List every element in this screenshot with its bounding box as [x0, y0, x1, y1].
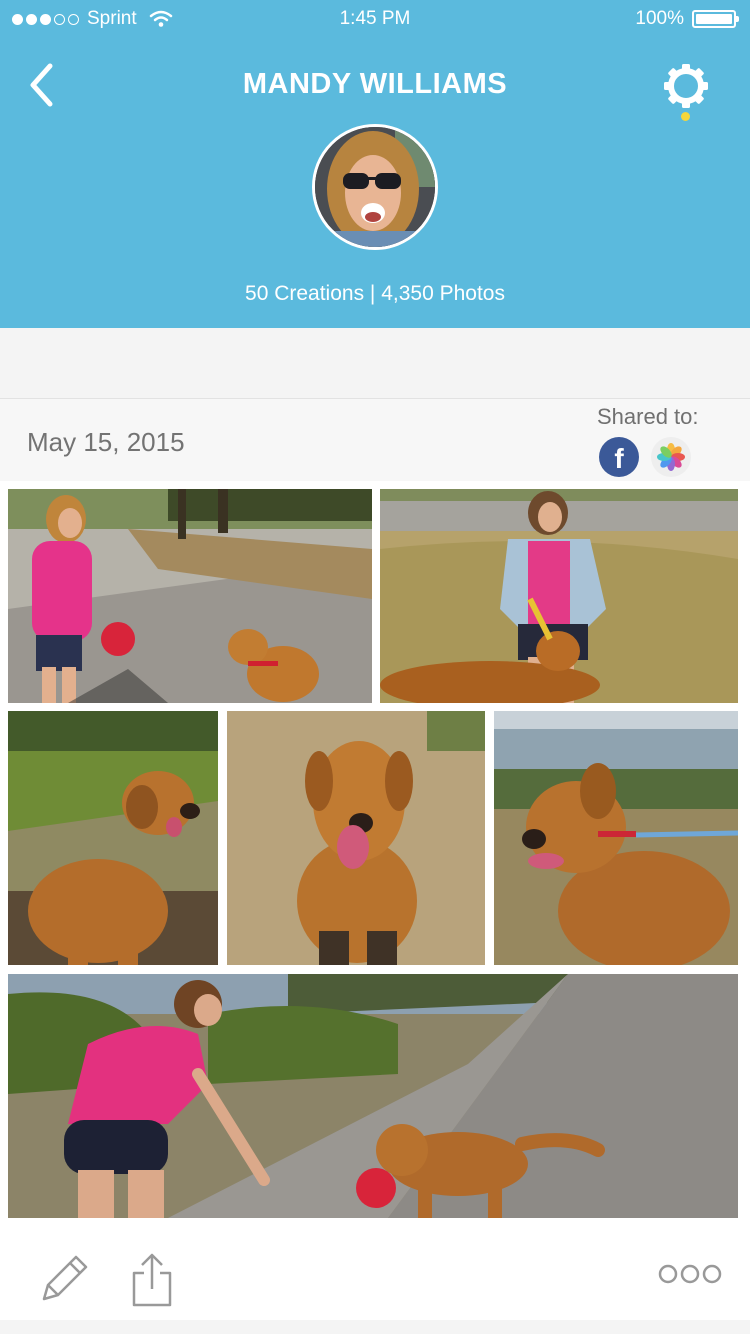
creation-card: May 15, 2015 Shared to: f: [0, 398, 750, 1321]
edit-button[interactable]: [36, 1251, 92, 1307]
photo-tile[interactable]: [8, 711, 218, 965]
profile-header: Sprint 1:45 PM 100% MANDY WILLIAMS 50 Cr…: [0, 0, 750, 328]
status-bar: Sprint 1:45 PM 100%: [0, 0, 750, 40]
photo-tile[interactable]: [494, 711, 738, 965]
creation-date: May 15, 2015: [27, 427, 185, 457]
battery-icon: [692, 10, 739, 28]
battery-percent: 100%: [635, 8, 684, 29]
more-icon: [658, 1264, 722, 1284]
profile-name: MANDY WILLIAMS: [242, 68, 508, 100]
share-button[interactable]: [128, 1249, 176, 1309]
photo-woman-playing-dog-path: [8, 974, 738, 1218]
photo-dog-sitting-front: [227, 711, 485, 965]
photo-tile[interactable]: [227, 711, 485, 965]
facebook-icon[interactable]: f: [599, 437, 639, 477]
profile-stats: 50 Creations | 4,350 Photos: [245, 282, 505, 305]
pencil-icon: [42, 1255, 88, 1301]
photo-woman-denim-dog: [380, 489, 738, 703]
share-icon: [132, 1253, 172, 1307]
photo-woman-ball-dog-park: [8, 489, 372, 703]
photo-tile[interactable]: [380, 489, 738, 703]
photo-tile[interactable]: [8, 974, 738, 1218]
card-toolbar: [0, 1239, 750, 1321]
more-button[interactable]: [656, 1261, 724, 1287]
photos-app-icon[interactable]: [651, 437, 691, 477]
avatar[interactable]: [312, 124, 438, 250]
settings-button[interactable]: [662, 62, 710, 110]
photo-tile[interactable]: [8, 489, 372, 703]
avatar-photo: [315, 127, 435, 247]
photo-dog-waterfront-leash: [494, 711, 738, 965]
status-right: 100%: [635, 8, 739, 30]
shared-to-label: Shared to:: [597, 404, 699, 429]
gear-icon: [664, 64, 708, 108]
bottom-spacer: [0, 1320, 750, 1334]
creation-card-header: May 15, 2015 Shared to: f: [0, 399, 750, 481]
photo-dog-grass-profile: [8, 711, 218, 965]
photos-flower-icon: [657, 443, 685, 471]
notification-dot: [681, 112, 690, 121]
